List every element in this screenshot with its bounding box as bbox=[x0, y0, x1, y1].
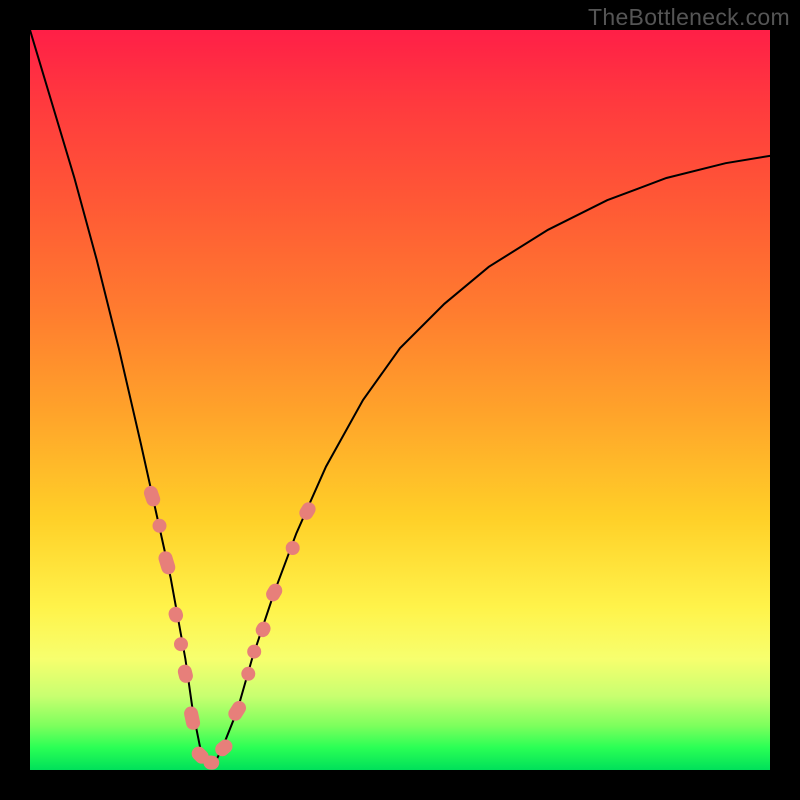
accent-pill bbox=[157, 549, 177, 576]
watermark-text: TheBottleneck.com bbox=[588, 4, 790, 31]
accent-pill bbox=[176, 663, 194, 684]
accent-dot bbox=[247, 645, 261, 659]
accent-pill bbox=[183, 705, 202, 731]
accent-dot bbox=[286, 541, 300, 555]
accent-pill bbox=[226, 698, 249, 723]
accent-pill bbox=[253, 619, 273, 640]
accent-pill bbox=[167, 605, 185, 624]
curve-layer bbox=[30, 30, 770, 770]
accent-pill bbox=[212, 737, 235, 759]
accent-dot bbox=[241, 667, 255, 681]
accent-dot bbox=[153, 519, 167, 533]
bottleneck-curve bbox=[30, 30, 770, 763]
accent-pill bbox=[297, 500, 319, 523]
accent-dot bbox=[174, 637, 188, 651]
chart-frame: TheBottleneck.com bbox=[0, 0, 800, 800]
accent-pill bbox=[264, 581, 285, 604]
accent-pill bbox=[142, 484, 162, 508]
